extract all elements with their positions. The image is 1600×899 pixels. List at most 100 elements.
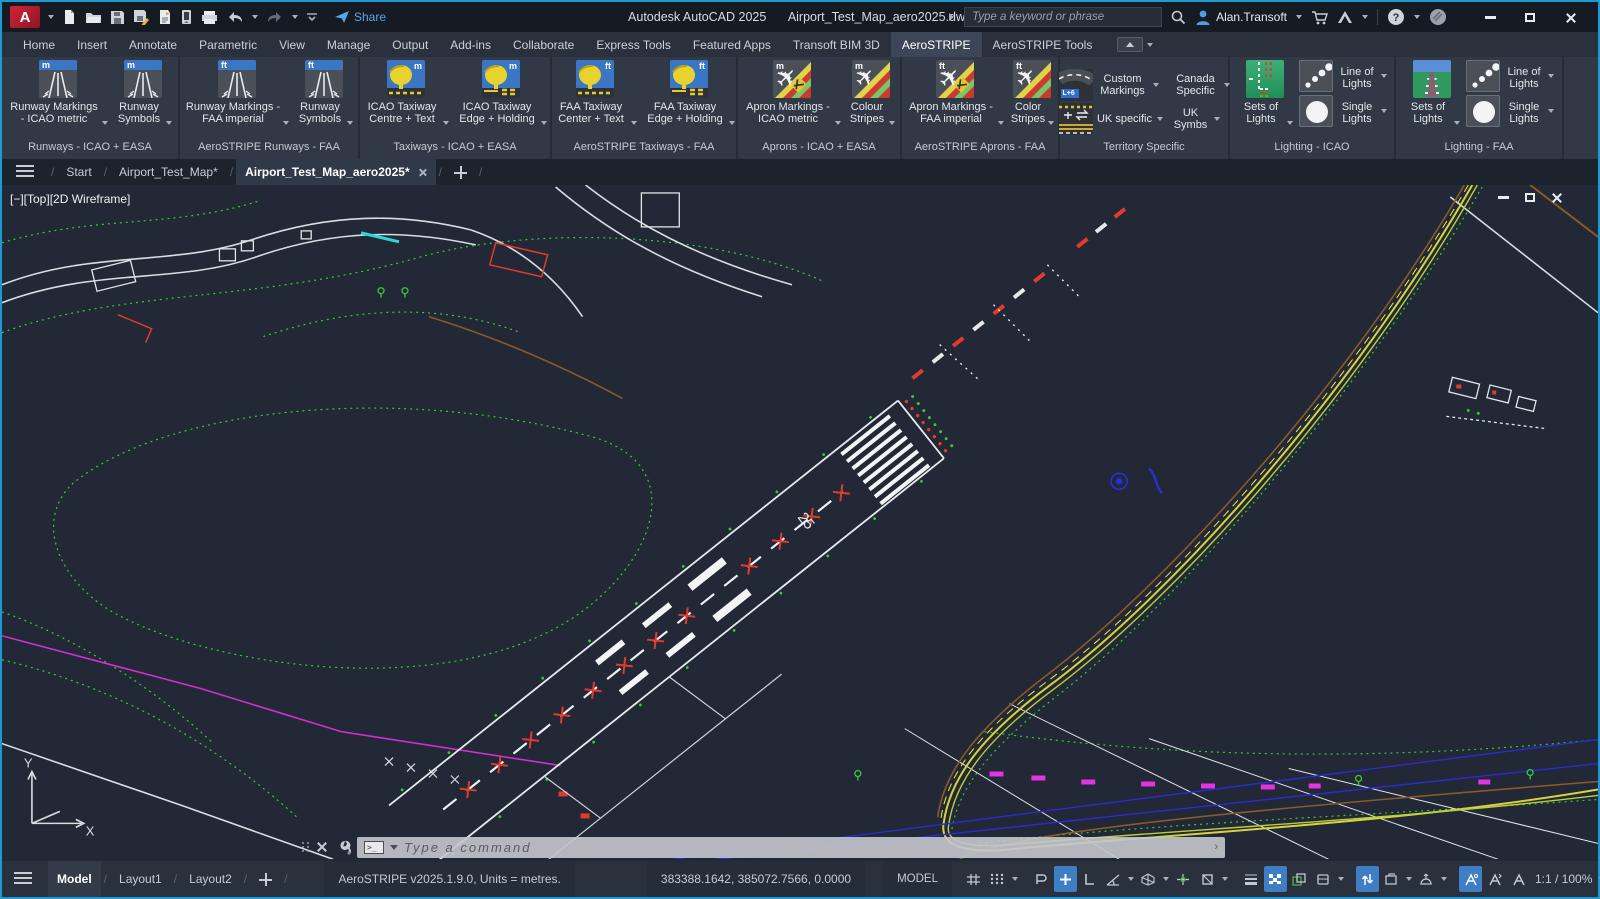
sets-of-lights-faa-button[interactable]: Sets of Lights [1404, 60, 1460, 125]
runway-symbols-faa-button[interactable]: ft Runway Symbols [295, 60, 353, 125]
apron-markings-icao-button[interactable]: ✈ m Apron Markings - ICAO metric [743, 60, 841, 125]
polar-tracking-icon[interactable] [1102, 866, 1125, 892]
autoscale-icon[interactable] [1483, 866, 1506, 892]
redo-caret-icon[interactable] [292, 15, 298, 19]
autodesk-caret-icon[interactable] [1362, 15, 1368, 19]
dropdown-caret-icon[interactable] [102, 121, 108, 125]
cart-icon[interactable] [1311, 10, 1328, 25]
uk-specific-button[interactable]: UK specific [1058, 102, 1163, 135]
dropdown-caret-icon[interactable] [166, 121, 172, 125]
maximize-button[interactable] [1510, 4, 1550, 30]
object-snap-icon[interactable] [1196, 866, 1219, 892]
model-space-toggle[interactable]: MODEL [883, 861, 952, 897]
help-caret-icon[interactable] [1414, 15, 1420, 19]
ortho-mode-icon[interactable] [1078, 866, 1101, 892]
line-of-lights-faa-button[interactable]: Line of Lights [1466, 60, 1554, 92]
tab-view[interactable]: View [268, 32, 316, 57]
transparency-icon[interactable] [1263, 866, 1287, 892]
snap-caret-icon[interactable] [1010, 866, 1020, 892]
selection-filtering-caret-icon[interactable] [1404, 866, 1414, 892]
file-tab-airport-test-map[interactable]: Airport_Test_Map* [110, 159, 227, 185]
dropdown-caret-icon[interactable] [1213, 116, 1220, 121]
ribbon-minimize-caret-icon[interactable] [1147, 42, 1154, 47]
lineweight-icon[interactable] [1240, 866, 1263, 892]
coordinates-readout[interactable]: 383388.1642, 385072.7566, 0.0000 [646, 861, 866, 897]
dropdown-caret-icon[interactable] [443, 121, 449, 125]
icao-taxiway-centre-button[interactable]: m ICAO Taxiway Centre + Text [363, 60, 449, 125]
layout2-tab[interactable]: Layout2 [180, 861, 241, 897]
dropdown-caret-icon[interactable] [729, 121, 735, 125]
grid-display-icon[interactable] [962, 866, 985, 892]
command-input-bar[interactable]: >_ › [357, 836, 1225, 858]
redo-icon[interactable] [266, 10, 284, 24]
search-expand-icon[interactable] [947, 12, 955, 22]
polar-caret-icon[interactable] [1126, 866, 1136, 892]
layout-menu-icon[interactable] [14, 869, 32, 890]
cad-drawing[interactable]: 25 Y X [2, 185, 1598, 860]
tab-featured-apps[interactable]: Featured Apps [682, 32, 782, 57]
dropdown-caret-icon[interactable] [889, 121, 895, 125]
command-input[interactable] [404, 839, 1209, 855]
color-stripes-faa-button[interactable]: ✈ ft Color Stripes [1010, 60, 1054, 125]
infer-constraints-icon[interactable] [1030, 866, 1053, 892]
print-icon[interactable] [201, 10, 218, 25]
feedback-icon[interactable] [1429, 8, 1447, 26]
file-tabs-menu-icon[interactable] [2, 162, 48, 183]
dynamic-ucs-icon[interactable] [1355, 866, 1379, 892]
file-tab-start[interactable]: Start [57, 159, 100, 185]
user-caret-icon[interactable] [1296, 15, 1302, 19]
dropdown-caret-icon[interactable] [1152, 82, 1159, 87]
minimize-button[interactable] [1470, 4, 1510, 30]
viewport-close-icon[interactable] [1551, 192, 1562, 203]
open-folder-icon[interactable] [85, 10, 102, 25]
gizmo-icon[interactable] [1415, 866, 1438, 892]
3d-osnap-icon[interactable] [1312, 866, 1335, 892]
tab-collaborate[interactable]: Collaborate [502, 32, 585, 57]
close-tab-icon[interactable] [418, 168, 427, 177]
3d-osnap-caret-icon[interactable] [1336, 866, 1346, 892]
plot-preview-icon[interactable] [158, 9, 172, 25]
dropdown-caret-icon[interactable] [835, 121, 841, 125]
new-layout-button[interactable] [250, 861, 281, 897]
faa-taxiway-edge-button[interactable]: ft FAA Taxiway Edge + Holding [643, 60, 735, 125]
recent-commands-caret-icon[interactable] [390, 844, 398, 850]
recent-commands-icon[interactable]: >_ [364, 840, 384, 854]
dropdown-caret-icon[interactable] [1381, 109, 1387, 113]
annotation-scale-icon[interactable] [1507, 866, 1530, 892]
close-button[interactable] [1550, 4, 1590, 30]
dropdown-caret-icon[interactable] [283, 121, 289, 125]
annotation-visibility-icon[interactable] [1458, 866, 1482, 892]
runway-markings-faa-button[interactable]: ft Runway Markings - FAA imperial [185, 60, 289, 125]
dropdown-caret-icon[interactable] [1287, 121, 1293, 125]
autocad-logo[interactable]: A [10, 6, 40, 28]
osnap-tracking-icon[interactable] [1172, 866, 1195, 892]
dropdown-caret-icon[interactable] [347, 121, 353, 125]
single-lights-icao-button[interactable]: Single Lights [1299, 95, 1387, 127]
dropdown-caret-icon[interactable] [1223, 82, 1230, 87]
customize-qat-icon[interactable] [306, 11, 318, 23]
dropdown-caret-icon[interactable] [998, 121, 1004, 125]
viewport-minimize-icon[interactable] [1498, 196, 1509, 199]
icao-taxiway-edge-button[interactable]: m ICAO Taxiway Edge + Holding [455, 60, 547, 125]
tab-manage[interactable]: Manage [316, 32, 381, 57]
tab-aerostripe-tools[interactable]: AeroSTRIPE Tools [982, 32, 1104, 57]
publish-icon[interactable] [180, 9, 193, 25]
gizmo-caret-icon[interactable] [1439, 866, 1449, 892]
isodraft-icon[interactable] [1137, 866, 1160, 892]
runway-markings-icao-button[interactable]: m Runway Markings - ICAO metric [8, 60, 108, 125]
isodraft-caret-icon[interactable] [1161, 866, 1171, 892]
selection-filtering-icon[interactable] [1380, 866, 1403, 892]
apron-markings-faa-button[interactable]: ✈ ft Apron Markings - FAA imperial [906, 60, 1004, 125]
dropdown-caret-icon[interactable] [1548, 74, 1554, 78]
faa-taxiway-center-button[interactable]: ft FAA Taxiway Center + Text [553, 60, 637, 125]
dropdown-caret-icon[interactable] [1548, 109, 1554, 113]
tab-annotate[interactable]: Annotate [118, 32, 188, 57]
custom-markings-button[interactable]: L+6 Custom Markings [1058, 68, 1163, 101]
runway-symbols-icao-button[interactable]: m Runway Symbols [114, 60, 172, 125]
new-file-icon[interactable] [62, 9, 77, 25]
tab-aerostripe[interactable]: AeroSTRIPE [890, 32, 982, 57]
viewport-restore-icon[interactable] [1525, 193, 1535, 202]
search-input[interactable] [964, 7, 1163, 27]
command-customize-wrench-icon[interactable] [335, 840, 351, 855]
undo-icon[interactable] [226, 10, 244, 24]
